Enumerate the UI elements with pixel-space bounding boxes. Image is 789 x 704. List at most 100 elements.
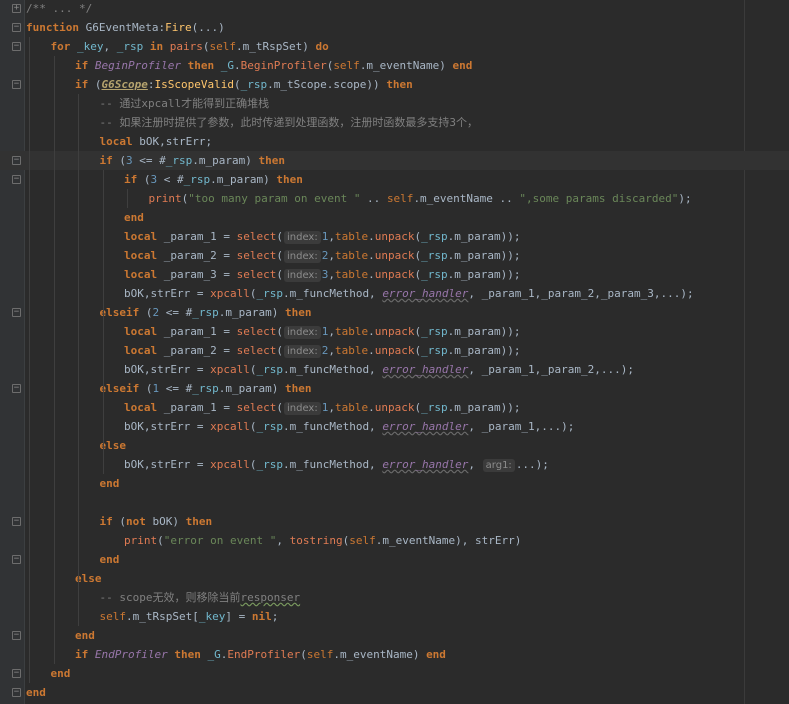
code-line[interactable]: local _param_1 = select(index: 1,table.un… bbox=[0, 322, 789, 341]
code-token: , bbox=[328, 325, 335, 338]
code-line[interactable] bbox=[0, 493, 789, 512]
code-token: , bbox=[103, 40, 117, 53]
code-line[interactable]: − if (not bOK) then bbox=[0, 512, 789, 531]
code-line[interactable]: else bbox=[0, 569, 789, 588]
code-line[interactable]: + /** ... */ bbox=[0, 0, 789, 18]
code-text: local _param_2 = select(index: 2,table.un… bbox=[124, 246, 520, 265]
fold-collapse-icon[interactable]: − bbox=[12, 175, 21, 184]
code-token: .m_param)); bbox=[447, 268, 521, 281]
code-token: end bbox=[124, 211, 144, 224]
code-line[interactable]: bOK,strErr = xpcall(_rsp.m_funcMethod, e… bbox=[0, 417, 789, 436]
fold-collapse-icon[interactable]: − bbox=[12, 555, 21, 564]
code-token: IsScopeValid bbox=[154, 78, 234, 91]
code-line[interactable]: print("error on event ", tostring(self.m… bbox=[0, 531, 789, 550]
fold-collapse-icon[interactable]: − bbox=[12, 669, 21, 678]
fold-collapse-icon[interactable]: − bbox=[12, 80, 21, 89]
code-text: self.m_tRspSet[_key] = nil; bbox=[100, 607, 279, 626]
code-line[interactable]: -- 通过xpcall才能得到正确堆栈 bbox=[0, 94, 789, 113]
code-line[interactable]: bOK,strErr = xpcall(_rsp.m_funcMethod, e… bbox=[0, 455, 789, 474]
code-token: .m_tRspSet) bbox=[236, 40, 316, 53]
code-token: . bbox=[368, 344, 375, 357]
code-token: end bbox=[99, 553, 120, 566]
fold-collapse-icon[interactable]: − bbox=[12, 156, 21, 165]
code-token: error_handler bbox=[382, 363, 469, 376]
code-line[interactable]: self.m_tRspSet[_key] = nil; bbox=[0, 607, 789, 626]
code-line[interactable]: − if (3 <= #_rsp.m_param) then bbox=[0, 151, 789, 170]
code-line[interactable]: − if (G6Scope:IsScopeValid(_rsp.m_tScope.… bbox=[0, 75, 789, 94]
code-token: error_handler bbox=[382, 287, 469, 300]
code-text: -- scope无效，则移除当前responser bbox=[100, 588, 301, 607]
code-line[interactable]: − function G6EventMeta:Fire(...) bbox=[0, 18, 789, 37]
code-line[interactable]: if EndProfiler then _G.EndProfiler(self.… bbox=[0, 645, 789, 664]
code-token: local bbox=[124, 344, 164, 357]
code-token: table bbox=[334, 230, 369, 243]
code-line[interactable]: − for _key, _rsp in pairs(self.m_tRspSet)… bbox=[0, 37, 789, 56]
code-line[interactable]: end bbox=[0, 474, 789, 493]
code-line[interactable]: local _param_3 = select(index: 3,table.un… bbox=[0, 265, 789, 284]
code-token: EndProfiler bbox=[227, 648, 301, 661]
code-text: bOK,strErr = xpcall(_rsp.m_funcMethod, e… bbox=[124, 417, 574, 436]
code-token: if bbox=[75, 648, 95, 661]
code-token: _rsp bbox=[165, 154, 193, 167]
fold-collapse-icon[interactable]: − bbox=[12, 23, 21, 32]
code-token: bOK,strErr; bbox=[139, 135, 213, 148]
code-token: _rsp bbox=[421, 230, 448, 243]
code-token: .m_funcMethod, bbox=[282, 363, 383, 376]
code-token: ( bbox=[276, 401, 283, 414]
code-line[interactable]: else bbox=[0, 436, 789, 455]
code-token: _rsp bbox=[256, 420, 283, 433]
fold-collapse-icon[interactable]: − bbox=[12, 688, 21, 697]
code-editor[interactable]: +/** ... */− function G6EventMeta:Fire(..… bbox=[0, 0, 789, 704]
code-token: end bbox=[26, 686, 46, 699]
code-token: _param_2 = bbox=[163, 344, 237, 357]
code-token: end bbox=[99, 477, 120, 490]
code-token: . bbox=[233, 59, 241, 72]
code-line[interactable]: if BeginProfiler then _G.BeginProfiler(s… bbox=[0, 56, 789, 75]
code-token: _rsp bbox=[421, 344, 448, 357]
code-token: , bbox=[328, 268, 335, 281]
code-line[interactable]: bOK,strErr = xpcall(_rsp.m_funcMethod, e… bbox=[0, 360, 789, 379]
code-line[interactable]: − end bbox=[0, 550, 789, 569]
fold-collapse-icon[interactable]: − bbox=[12, 42, 21, 51]
code-token: select bbox=[236, 268, 277, 281]
code-token: then bbox=[185, 515, 213, 528]
fold-collapse-icon[interactable]: − bbox=[12, 631, 21, 640]
fold-collapse-icon[interactable]: − bbox=[12, 517, 21, 526]
code-text: if (G6Scope:IsScopeValid(_rsp.m_tScope.s… bbox=[75, 75, 413, 94]
code-token: select bbox=[236, 230, 277, 243]
code-line[interactable]: − end bbox=[0, 683, 789, 702]
code-line[interactable]: -- 如果注册时提供了参数，此时传递到处理函数，注册时函数最多支持3个， bbox=[0, 113, 789, 132]
code-token: _rsp bbox=[256, 363, 283, 376]
code-token: ( bbox=[276, 230, 283, 243]
code-line[interactable]: local _param_2 = select(index: 2,table.un… bbox=[0, 246, 789, 265]
code-line[interactable]: − elseif (2 <= #_rsp.m_param) then bbox=[0, 303, 789, 322]
code-token: then bbox=[180, 59, 221, 72]
code-token: , _param_1,_param_2,_param_3,...); bbox=[468, 287, 694, 300]
code-token: self bbox=[349, 534, 376, 547]
code-token: .m_param)); bbox=[447, 401, 521, 414]
code-line[interactable]: local bOK,strErr; bbox=[0, 132, 789, 151]
code-token: end bbox=[452, 59, 473, 72]
code-token: unpack bbox=[374, 230, 415, 243]
fold-collapse-icon[interactable]: − bbox=[12, 384, 21, 393]
code-token: ( bbox=[143, 173, 151, 186]
code-token: self bbox=[386, 192, 414, 205]
fold-expand-icon[interactable]: + bbox=[12, 4, 21, 13]
code-line[interactable]: local _param_1 = select(index: 1,table.un… bbox=[0, 398, 789, 417]
code-line[interactable]: − elseif (1 <= #_rsp.m_param) then bbox=[0, 379, 789, 398]
fold-collapse-icon[interactable]: − bbox=[12, 308, 21, 317]
code-line[interactable]: − if (3 < #_rsp.m_param) then bbox=[0, 170, 789, 189]
code-text: bOK,strErr = xpcall(_rsp.m_funcMethod, e… bbox=[124, 360, 634, 379]
code-line[interactable]: local _param_2 = select(index: 2,table.un… bbox=[0, 341, 789, 360]
code-token: table bbox=[334, 344, 369, 357]
code-token: table bbox=[334, 325, 369, 338]
code-line[interactable]: local _param_1 = select(index: 1,table.un… bbox=[0, 227, 789, 246]
code-line[interactable]: end bbox=[0, 208, 789, 227]
code-line[interactable]: bOK,strErr = xpcall(_rsp.m_funcMethod, e… bbox=[0, 284, 789, 303]
code-line[interactable]: − end bbox=[0, 626, 789, 645]
code-token: xpcall bbox=[210, 363, 250, 376]
code-line[interactable]: − end bbox=[0, 664, 789, 683]
code-token: .m_tScope.scope)) bbox=[267, 78, 387, 91]
code-line[interactable]: -- scope无效，则移除当前responser bbox=[0, 588, 789, 607]
code-line[interactable]: print("too many param on event " .. self… bbox=[0, 189, 789, 208]
